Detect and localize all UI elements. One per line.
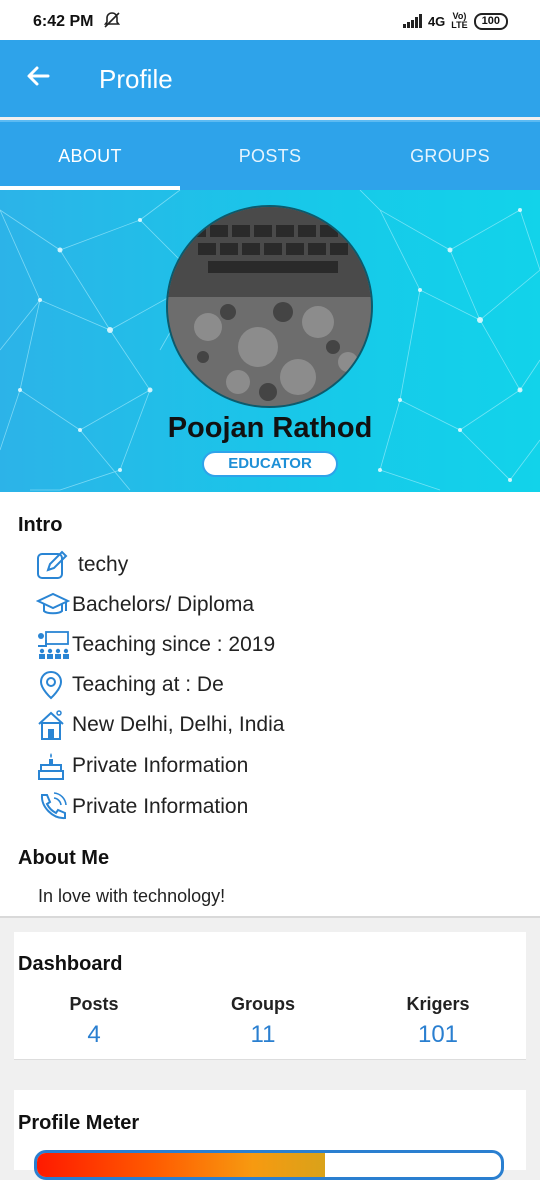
status-bar: 6:42 PM 4G Vo) LTE 100 [0, 0, 540, 40]
stat-krigers[interactable]: Krigers 101 [358, 994, 518, 1049]
profile-meter-fill [37, 1153, 325, 1177]
birthday-cake-icon [36, 749, 72, 783]
page-title: Profile [99, 64, 173, 94]
edit-icon [36, 548, 72, 582]
profile-tabs: ABOUT POSTS GROUPS [0, 120, 540, 190]
intro-item-phone: Private Information [36, 790, 248, 824]
intro-item-text: techy [78, 553, 129, 576]
intro-item-teaching-at: Teaching at : De [36, 668, 224, 702]
about-me-heading: About Me [18, 847, 110, 869]
intro-item-birthday: Private Information [36, 749, 248, 783]
dashboard-card: Dashboard Posts 4 Groups 11 Krigers 101 [14, 932, 526, 1060]
intro-item-teaching-since: Teaching since : 2019 [36, 628, 275, 662]
section-divider [0, 916, 540, 918]
tab-posts[interactable]: POSTS [180, 122, 360, 190]
tab-about[interactable]: ABOUT [0, 122, 180, 190]
stat-label: Krigers [406, 994, 470, 1014]
intro-item-education: Bachelors/ Diploma [36, 588, 254, 622]
profile-meter-card: Profile Meter [14, 1090, 526, 1180]
dashboard-heading: Dashboard [18, 953, 123, 975]
back-arrow-icon[interactable] [24, 62, 52, 95]
role-badge: EDUCATOR [202, 451, 338, 477]
stat-posts[interactable]: Posts 4 [14, 994, 174, 1049]
signal-icon [402, 14, 422, 28]
intro-item-bio: techy [36, 548, 128, 582]
intro-item-location: New Delhi, Delhi, India [36, 708, 284, 742]
intro-item-text: Private Information [72, 754, 249, 777]
about-me-text: In love with technology! [38, 886, 226, 906]
stat-groups[interactable]: Groups 11 [183, 994, 343, 1049]
intro-item-text: Teaching at : De [72, 673, 224, 696]
profile-name: Poojan Rathod [167, 412, 373, 444]
stat-value: 4 [87, 1021, 101, 1048]
profile-banner: Poojan Rathod EDUCATOR [0, 190, 540, 492]
classroom-icon [36, 628, 72, 662]
home-icon [36, 708, 72, 742]
graduation-cap-icon [36, 588, 72, 622]
stat-label: Groups [230, 994, 295, 1014]
intro-item-text: New Delhi, Delhi, India [72, 713, 285, 736]
stat-value: 101 [417, 1021, 459, 1048]
intro-item-text: Bachelors/ Diploma [72, 593, 255, 616]
status-time: 6:42 PM [33, 13, 94, 30]
tab-groups[interactable]: GROUPS [360, 122, 540, 190]
intro-item-text: Teaching since : 2019 [72, 633, 276, 656]
volte-indicator: Vo) LTE [451, 11, 468, 30]
stat-label: Posts [69, 994, 119, 1014]
phone-icon [36, 790, 72, 824]
intro-heading: Intro [18, 514, 63, 536]
profile-avatar[interactable] [166, 205, 373, 408]
profile-meter-bar [34, 1150, 504, 1180]
notifications-muted-icon [103, 11, 121, 34]
intro-item-text: Private Information [72, 795, 249, 818]
location-pin-icon [36, 668, 72, 702]
profile-meter-heading: Profile Meter [18, 1112, 140, 1134]
stat-value: 11 [250, 1021, 276, 1048]
battery-indicator: 100 [473, 12, 508, 30]
intro-section: Intro techy Bachelors/ Diploma Teaching … [0, 492, 540, 916]
network-type: 4G [427, 13, 446, 29]
app-bar: Profile [0, 40, 540, 117]
